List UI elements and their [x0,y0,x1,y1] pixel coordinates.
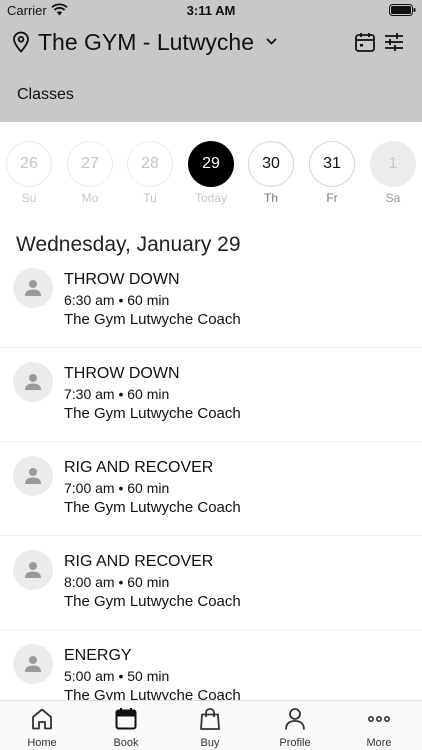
location-name[interactable]: The GYM - Lutwyche [38,29,254,56]
tab-home[interactable]: Home [0,701,84,750]
day-number: 27 [67,141,113,187]
day-number: 29 [188,141,234,187]
tab-buy[interactable]: Buy [168,701,252,750]
chevron-down-icon[interactable] [265,36,278,46]
class-coach: The Gym Lutwyche Coach [64,405,241,422]
day-selector: 26 Su 27 Mo 28 Tu 29 Today 30 Th 31 Fr 1… [0,141,422,211]
class-list-item[interactable]: THROW DOWN 7:30 am • 60 min The Gym Lutw… [0,348,422,442]
person-icon [25,374,41,390]
class-list-item[interactable]: RIG AND RECOVER 8:00 am • 60 min The Gym… [0,536,422,630]
coach-avatar [13,550,53,590]
person-icon [25,562,41,578]
calendar-icon[interactable] [354,31,376,53]
home-icon [32,708,52,730]
class-time: 7:00 am • 60 min [64,480,170,496]
class-title: THROW DOWN [64,271,180,288]
tab-label: Home [27,737,57,749]
filter-icon[interactable] [383,31,405,53]
day-number: 31 [309,141,355,187]
calendar-icon [115,708,137,730]
location-pin-icon [13,31,29,53]
class-coach: The Gym Lutwyche Coach [64,499,241,516]
class-list-item[interactable]: ENERGY 5:00 am • 50 min The Gym Lutwyche… [0,630,422,700]
day-26[interactable]: 26 Su [6,141,52,211]
tab-more[interactable]: More [337,701,421,750]
day-number: 30 [248,141,294,187]
day-28[interactable]: 28 Tu [127,141,173,211]
class-list: THROW DOWN 6:30 am • 60 min The Gym Lutw… [0,254,422,700]
class-time: 6:30 am • 60 min [64,292,170,308]
tab-profile[interactable]: Profile [253,701,337,750]
app-header: Carrier 3:11 AM The GYM - Lutwyche Class… [0,0,422,122]
status-bar: Carrier 3:11 AM [0,0,422,20]
class-time: 7:30 am • 60 min [64,386,170,402]
person-icon [25,280,41,296]
tab-label: Book [113,737,139,749]
clock: 3:11 AM [186,3,236,18]
day-number: 1 [370,141,416,187]
person-icon [25,468,41,484]
class-title: THROW DOWN [64,365,180,382]
day-label: Fr [326,191,338,205]
class-title: ENERGY [64,647,132,664]
coach-avatar [13,456,53,496]
class-coach: The Gym Lutwyche Coach [64,593,241,610]
day-1[interactable]: 1 Sa [370,141,416,211]
class-list-item[interactable]: RIG AND RECOVER 7:00 am • 60 min The Gym… [0,442,422,536]
class-coach: The Gym Lutwyche Coach [64,687,241,700]
day-today[interactable]: 29 Today [188,141,234,211]
coach-avatar [13,268,53,308]
battery-icon [389,4,416,16]
tab-label: Buy [200,737,220,749]
day-label: Su [21,191,37,205]
tab-label: Profile [279,737,311,749]
more-icon [367,716,390,723]
tab-label: More [366,737,392,749]
day-31[interactable]: 31 Fr [309,141,355,211]
day-number: 28 [127,141,173,187]
day-27[interactable]: 27 Mo [67,141,113,211]
shopping-bag-icon [200,708,220,730]
class-time: 5:00 am • 50 min [64,668,170,684]
class-coach: The Gym Lutwyche Coach [64,311,241,328]
day-number: 26 [6,141,52,187]
tab-book[interactable]: Book [84,701,168,750]
day-label: Mo [81,191,99,205]
day-label: Sa [385,191,401,205]
class-title: RIG AND RECOVER [64,459,214,476]
day-30[interactable]: 30 Th [248,141,294,211]
class-time: 8:00 am • 60 min [64,574,170,590]
day-label: Today [194,191,228,205]
class-list-item[interactable]: THROW DOWN 6:30 am • 60 min The Gym Lutw… [0,254,422,348]
location-selector[interactable]: The GYM - Lutwyche [0,26,422,60]
person-icon [25,656,41,672]
day-label: Th [263,191,278,205]
tab-bar: Home Book Buy Profile More [0,700,422,750]
coach-avatar [13,362,53,402]
class-title: RIG AND RECOVER [64,553,214,570]
section-title: Classes [17,86,74,103]
coach-avatar [13,644,53,684]
day-label: Tu [143,191,157,205]
person-icon [285,708,305,730]
